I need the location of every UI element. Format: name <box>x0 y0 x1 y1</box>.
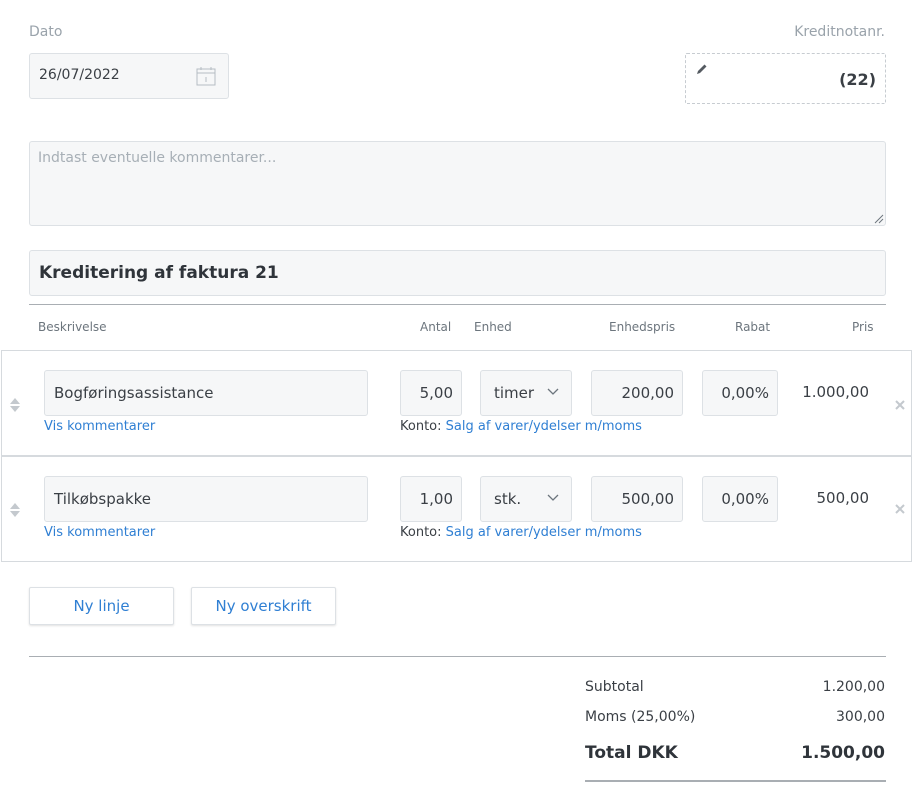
vat-value: 300,00 <box>836 709 885 725</box>
col-header-unit-price: Enhedspris <box>609 320 676 334</box>
date-field[interactable]: 26/07/2022 <box>29 53 229 99</box>
close-icon[interactable] <box>894 399 906 411</box>
percent-sign: % <box>754 384 769 402</box>
vat-label: Moms (25,00%) <box>585 709 696 725</box>
account-info: Konto: Salg af varer/ydelser m/moms <box>400 525 642 540</box>
close-icon[interactable] <box>894 503 906 515</box>
line-quantity-input[interactable]: 5,00 <box>400 370 462 416</box>
calendar-icon[interactable] <box>194 64 218 88</box>
invoice-heading: Kreditering af faktura 21 <box>39 263 279 283</box>
show-comments-link[interactable]: Vis kommentarer <box>44 419 155 434</box>
invoice-heading-field[interactable]: Kreditering af faktura 21 <box>29 250 886 296</box>
col-header-unit: Enhed <box>474 320 512 334</box>
line-quantity: 1,00 <box>419 490 453 508</box>
drag-handle-icon[interactable] <box>9 397 21 413</box>
divider <box>29 304 886 305</box>
line-description-input[interactable]: Bogføringsassistance <box>44 370 368 416</box>
line-discount: 0,00 <box>721 490 755 508</box>
account-label: Konto: <box>400 525 442 540</box>
credit-note-number: (22) <box>839 70 876 89</box>
line-row: Tilkøbspakke 1,00 stk. 500,00 0,00% 500,… <box>1 456 912 562</box>
credit-note-label: Kreditnotanr. <box>794 24 885 40</box>
subtotal-label: Subtotal <box>585 679 644 695</box>
chevron-down-icon <box>547 388 559 395</box>
total-divider <box>585 780 886 782</box>
new-line-button[interactable]: Ny linje <box>29 587 174 625</box>
subtotal-value: 1.200,00 <box>822 679 885 695</box>
line-discount: 0,00 <box>721 384 755 402</box>
total-label: Total DKK <box>585 743 678 763</box>
comments-textarea[interactable] <box>29 141 886 226</box>
line-unit-price: 500,00 <box>621 490 675 508</box>
line-discount-input[interactable]: 0,00% <box>702 370 778 416</box>
line-unit-price-input[interactable]: 200,00 <box>591 370 683 416</box>
pencil-icon[interactable] <box>695 62 709 76</box>
line-description: Bogføringsassistance <box>54 384 214 402</box>
line-row: Bogføringsassistance 5,00 timer 200,00 0… <box>1 350 912 456</box>
col-header-price: Pris <box>852 320 874 334</box>
line-unit: stk. <box>494 490 522 508</box>
chevron-down-icon <box>547 494 559 501</box>
drag-handle-icon[interactable] <box>9 502 21 518</box>
account-link[interactable]: Salg af varer/ydelser m/moms <box>446 419 642 434</box>
line-unit-select[interactable]: stk. <box>480 476 572 522</box>
line-unit-price-input[interactable]: 500,00 <box>591 476 683 522</box>
total-value: 1.500,00 <box>801 743 885 763</box>
line-unit-select[interactable]: timer <box>480 370 572 416</box>
divider <box>29 656 886 657</box>
date-label: Dato <box>29 24 63 40</box>
line-description: Tilkøbspakke <box>54 490 152 508</box>
resize-grip-icon[interactable] <box>872 212 884 224</box>
new-heading-button[interactable]: Ny overskrift <box>191 587 336 625</box>
line-quantity-input[interactable]: 1,00 <box>400 476 462 522</box>
line-description-input[interactable]: Tilkøbspakke <box>44 476 368 522</box>
line-price: 1.000,00 <box>802 383 869 401</box>
line-unit-price: 200,00 <box>621 384 675 402</box>
col-header-description: Beskrivelse <box>38 320 107 334</box>
percent-sign: % <box>754 490 769 508</box>
line-unit: timer <box>494 384 535 402</box>
show-comments-link[interactable]: Vis kommentarer <box>44 525 155 540</box>
col-header-discount: Rabat <box>735 320 771 334</box>
account-label: Konto: <box>400 419 442 434</box>
account-link[interactable]: Salg af varer/ydelser m/moms <box>446 525 642 540</box>
line-discount-input[interactable]: 0,00% <box>702 476 778 522</box>
line-quantity: 5,00 <box>419 384 453 402</box>
account-info: Konto: Salg af varer/ydelser m/moms <box>400 419 642 434</box>
col-header-quantity: Antal <box>420 320 452 334</box>
date-value: 26/07/2022 <box>39 67 120 83</box>
credit-note-number-field[interactable]: (22) <box>685 53 886 104</box>
line-price: 500,00 <box>816 489 870 507</box>
